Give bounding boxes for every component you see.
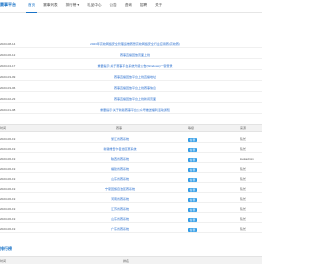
notice-title[interactable]: 重要提示:关于新版赛事平台公众号推送福利活动通知: [20, 108, 250, 112]
event-date: 2023-06-19: [0, 156, 16, 161]
notice-date: 2023-08-14: [0, 41, 16, 46]
ranking-section-title: 排行榜: [0, 246, 12, 251]
ranking-table-header: 时间 排名: [0, 256, 262, 264]
event-name[interactable]: 陕西省赛系统: [90, 157, 150, 161]
event-name[interactable]: 浙江省赛系统: [90, 137, 150, 141]
notice-title[interactable]: 赛事直播回放平台上线直播地址: [20, 75, 250, 79]
event-date: 2023-06-19: [0, 206, 16, 211]
ranking-header-rank: 排名: [123, 258, 130, 263]
event-name[interactable]: 山东省赛系统: [90, 177, 150, 181]
ranking-header-time: 时间: [0, 258, 7, 263]
notice-row[interactable]: 2023-02-23 赛事直播回放平台上线新闻页面: [0, 95, 262, 103]
notice-title[interactable]: 重要提示:关于赛事平台系统升级公告(Windows)一键登录: [20, 64, 250, 68]
nav-events[interactable]: 赛事列表: [39, 2, 61, 9]
notice-row[interactable]: 2023-01-08 重要提示:关于新版赛事平台公众号推送福利活动通知: [0, 106, 262, 114]
level-badge: 省赛: [188, 188, 198, 192]
event-row[interactable]: 2023-06-19 浙江省赛系统 省赛 队长: [0, 135, 262, 143]
nav-announcements[interactable]: 公告: [106, 2, 121, 9]
nav-ranking[interactable]: 排行榜 ▾: [62, 2, 84, 9]
event-row[interactable]: 2023-06-19 江苏省赛系统 省赛 队长: [0, 205, 262, 213]
event-name[interactable]: 河南省赛系统: [90, 197, 150, 201]
nav-consult[interactable]: 咨询: [121, 2, 136, 9]
notice-row[interactable]: 2023-03-09 赛事直播回放平台上线直播地址: [0, 73, 262, 81]
nav-home[interactable]: 首页: [24, 2, 39, 13]
level-badge: 省赛: [188, 218, 198, 222]
main-nav: 首页 赛事列表 排行榜 ▾ 礼品中心 公告 咨询 招聘 关于: [24, 2, 166, 13]
event-date: 2023-06-19: [0, 166, 16, 171]
level-badge: 省赛: [188, 158, 198, 162]
event-source: 队长: [240, 136, 247, 141]
top-navigation: 赛事平台 首页 赛事列表 排行榜 ▾ 礼品中心 公告 咨询 招聘 关于: [0, 0, 262, 13]
nav-gifts[interactable]: 礼品中心: [83, 2, 105, 9]
event-row[interactable]: 2023-06-19 山东省赛系统 省赛 队长: [0, 215, 262, 223]
notice-date: 2023-04-17: [0, 63, 16, 68]
level-badge: 省赛: [188, 228, 198, 232]
notice-row[interactable]: 2023-04-17 重要提示:关于赛事平台系统升级公告(Windows)一键登…: [0, 62, 262, 70]
event-name[interactable]: 广东省赛系统: [90, 227, 150, 231]
event-date: 2023-06-19: [0, 176, 16, 181]
notice-date: 2023-02-23: [0, 96, 16, 101]
event-row[interactable]: 2023-06-19 广东省赛系统 省赛 队长: [0, 225, 262, 233]
event-name[interactable]: 江苏省赛系统: [90, 207, 150, 211]
event-row[interactable]: 2023-06-19 宁夏回族自治区赛系统 省赛 队长: [0, 185, 262, 193]
level-badge: 省赛: [188, 208, 198, 212]
event-source: 队长: [240, 226, 247, 231]
notice-row[interactable]: 2023-08-14 2023年高校网络安全管理运维赛暨高校网络安全行业应用赛(…: [0, 40, 262, 48]
nav-about[interactable]: 关于: [151, 2, 166, 9]
event-source: 队长: [240, 216, 247, 221]
event-date: 2023-06-19: [0, 146, 16, 151]
event-date: 2023-06-19: [0, 216, 16, 221]
notice-date: 2023-06-12: [0, 52, 16, 57]
event-name[interactable]: 宁夏回族自治区赛系统: [90, 187, 150, 191]
event-source: 队长: [240, 186, 247, 191]
notice-date: 2023-03-09: [0, 74, 16, 79]
notice-title[interactable]: 赛事直播回放页面上线: [20, 53, 250, 57]
nav-jobs[interactable]: 招聘: [136, 2, 151, 9]
level-badge: 省赛: [188, 178, 198, 182]
event-row[interactable]: 2023-06-19 陕西省赛系统 省赛 lookadmin: [0, 155, 262, 163]
event-source: lookadmin: [240, 156, 254, 161]
level-badge: 省赛: [188, 138, 198, 142]
event-source: 队长: [240, 196, 247, 201]
event-row[interactable]: 2023-06-19 福建省赛系统 省赛 队长: [0, 165, 262, 173]
event-row[interactable]: 2023-06-19 新疆维吾尔自治区赛系统 省赛 队长: [0, 145, 262, 153]
event-source: 队长: [240, 146, 247, 151]
notice-row[interactable]: 2023-03-06 赛事直播回放平台上线赛事信息: [0, 84, 262, 92]
notice-title[interactable]: 2023年高校网络安全管理运维赛暨高校网络安全行业应用赛(高校赛): [20, 42, 250, 46]
notice-title[interactable]: 赛事直播回放平台上线赛事信息: [20, 86, 250, 90]
event-date: 2023-06-19: [0, 136, 16, 141]
header-name: 赛事: [116, 126, 123, 130]
events-table-header: 时间 赛事 等级 来源: [0, 124, 262, 132]
level-badge: 省赛: [188, 148, 198, 152]
level-badge: 省赛: [188, 168, 198, 172]
event-date: 2023-06-19: [0, 186, 16, 191]
site-logo[interactable]: 赛事平台: [0, 2, 16, 8]
event-source: 队长: [240, 176, 247, 181]
notice-date: 2023-01-08: [0, 107, 16, 112]
level-badge: 省赛: [188, 198, 198, 202]
event-date: 2023-06-19: [0, 196, 16, 201]
header-source: 来源: [240, 126, 247, 130]
event-source: 队长: [240, 206, 247, 211]
event-name[interactable]: 山东省赛系统: [90, 217, 150, 221]
event-row[interactable]: 2023-06-19 山东省赛系统 省赛 队长: [0, 175, 262, 183]
event-date: 2023-06-19: [0, 226, 16, 231]
notice-row[interactable]: 2023-06-12 赛事直播回放页面上线: [0, 51, 262, 59]
header-level: 等级: [188, 126, 195, 130]
event-name[interactable]: 福建省赛系统: [90, 167, 150, 171]
notice-title[interactable]: 赛事直播回放平台上线新闻页面: [20, 97, 250, 101]
header-time: 时间: [0, 126, 7, 130]
event-name[interactable]: 新疆维吾尔自治区赛系统: [90, 147, 150, 151]
notice-date: 2023-03-06: [0, 85, 16, 90]
event-row[interactable]: 2023-06-19 河南省赛系统 省赛 队长: [0, 195, 262, 203]
event-source: 队长: [240, 166, 247, 171]
